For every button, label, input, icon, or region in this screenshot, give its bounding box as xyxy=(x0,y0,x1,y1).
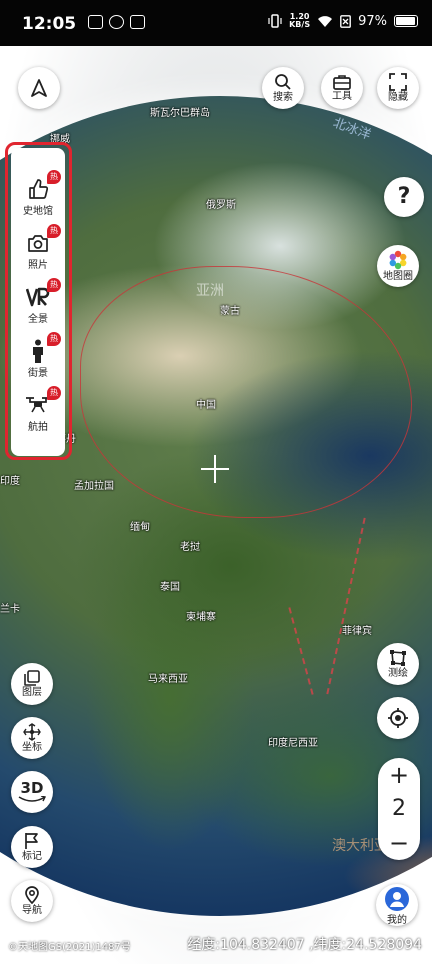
mark-label: 标记 xyxy=(22,851,42,862)
wifi-icon xyxy=(318,15,333,27)
calendar-notification-icon xyxy=(88,15,103,29)
locate-button[interactable] xyxy=(377,697,419,739)
zoom-in-button[interactable]: + xyxy=(378,762,420,788)
mark-button[interactable]: 标记 xyxy=(11,826,53,868)
mail-notification-icon xyxy=(130,15,145,29)
tools-label: 工具 xyxy=(332,91,352,102)
hide-button[interactable]: 隐藏 xyxy=(377,67,419,109)
measure-polygon-icon xyxy=(390,650,406,666)
status-right: 1.20 KB/S 97% xyxy=(268,13,418,29)
panel-item-label: 史地馆 xyxy=(23,206,53,217)
coordinates-button[interactable]: 坐标 xyxy=(11,717,53,759)
map-circle-label: 地图圈 xyxy=(383,271,413,282)
map-label-india: 印度 xyxy=(0,476,20,487)
map-label-asia: 亚洲 xyxy=(196,283,224,299)
hot-badge: 热 xyxy=(47,332,61,346)
map-label-sri-lanka: 兰卡 xyxy=(0,604,20,615)
battery-icon xyxy=(394,15,418,27)
compass-arrow-icon xyxy=(31,79,47,97)
navigate-button[interactable]: 导航 xyxy=(11,880,53,922)
crosshair-move-icon xyxy=(23,723,41,741)
hide-label: 隐藏 xyxy=(388,92,408,103)
locate-target-icon xyxy=(388,708,408,728)
map-label-thailand: 泰国 xyxy=(160,582,180,593)
compass-button[interactable] xyxy=(18,67,60,109)
coordinates-label: 坐标 xyxy=(22,742,42,753)
zoom-level: 2 xyxy=(392,796,406,821)
location-pin-icon xyxy=(25,886,39,904)
hot-badge: 热 xyxy=(47,170,61,184)
map-circle-button[interactable]: 地图圈 xyxy=(377,245,419,287)
map-label-indonesia: 印度尼西亚 xyxy=(268,738,318,749)
panel-item-panorama[interactable]: 热 全景 xyxy=(11,278,65,334)
navigate-label: 导航 xyxy=(22,905,42,916)
hot-badge: 热 xyxy=(47,278,61,292)
my-profile-label: 我的 xyxy=(387,915,407,926)
panel-item-street-view[interactable]: 热 街景 xyxy=(11,332,65,388)
hot-badge: 热 xyxy=(47,224,61,238)
search-label: 搜索 xyxy=(273,92,293,103)
map-label-laos: 老挝 xyxy=(180,542,200,553)
map-label-cambodia: 柬埔寨 xyxy=(186,612,216,623)
vibrate-icon xyxy=(268,14,282,28)
user-icon xyxy=(390,892,404,907)
network-speed: 1.20 KB/S xyxy=(289,13,310,29)
map-label-bangladesh: 孟加拉国 xyxy=(74,481,114,492)
zoom-control: + 2 − xyxy=(378,758,420,860)
three-d-label: 3D xyxy=(20,779,44,797)
colorful-circle-icon xyxy=(389,250,407,270)
feature-panel: 热 史地馆 热 照片 热 全景 热 街景 热 航拍 xyxy=(11,148,65,456)
three-d-button[interactable]: 3D xyxy=(11,771,53,813)
map-label-russia: 俄罗斯 xyxy=(206,200,236,211)
search-icon xyxy=(275,74,291,90)
measure-button[interactable]: 测绘 xyxy=(377,643,419,685)
thumbs-up-icon xyxy=(29,179,49,199)
map-label-philippines: 菲律宾 xyxy=(342,626,372,637)
camera-icon xyxy=(28,235,48,252)
status-time: 12:05 xyxy=(22,14,77,34)
layers-icon xyxy=(24,670,40,686)
panel-item-photos[interactable]: 热 照片 xyxy=(11,224,65,280)
panel-item-history-museum[interactable]: 热 史地馆 xyxy=(11,170,65,226)
search-button[interactable]: 搜索 xyxy=(262,67,304,109)
hot-badge: 热 xyxy=(47,386,61,400)
avatar xyxy=(385,887,409,911)
zoom-out-button[interactable]: − xyxy=(378,830,420,856)
toolbox-icon xyxy=(333,75,351,90)
my-profile-button[interactable]: 我的 xyxy=(376,884,418,926)
map-label-svalbard: 斯瓦尔巴群岛 xyxy=(150,108,210,119)
person-icon xyxy=(33,339,43,363)
map-label-mongolia: 蒙古 xyxy=(220,306,240,317)
panel-item-label: 航拍 xyxy=(28,422,48,433)
notification-icons xyxy=(88,15,145,29)
fullscreen-icon xyxy=(389,73,407,91)
question-mark-icon: ? xyxy=(397,184,411,209)
map-label-malaysia: 马来西亚 xyxy=(148,674,188,685)
flag-icon xyxy=(25,833,38,849)
map-copyright: ©天地图GS(2021)1487号 xyxy=(8,942,131,953)
measure-label: 测绘 xyxy=(388,668,408,679)
tools-button[interactable]: 工具 xyxy=(321,67,363,109)
layers-label: 图层 xyxy=(22,687,42,698)
map-label-norway: 挪威 xyxy=(50,134,70,145)
app-notification-icon xyxy=(109,15,124,29)
no-sim-icon xyxy=(340,14,351,28)
status-bar: 12:05 1.20 KB/S 97% xyxy=(0,0,432,46)
layers-button[interactable]: 图层 xyxy=(11,663,53,705)
coordinate-readout: 经度:104.832407 ,纬度:24.528094 xyxy=(187,937,422,953)
panel-item-aerial[interactable]: 热 航拍 xyxy=(11,386,65,442)
network-speed-unit: KB/S xyxy=(289,20,311,29)
panel-item-label: 全景 xyxy=(28,314,48,325)
panel-item-label: 照片 xyxy=(28,260,48,271)
map-center-crosshair xyxy=(201,455,229,483)
battery-percent: 97% xyxy=(358,13,387,29)
panel-item-label: 街景 xyxy=(28,368,48,379)
help-button[interactable]: ? xyxy=(384,177,424,217)
rotate-arc-icon xyxy=(18,796,47,802)
map-label-china: 中国 xyxy=(196,400,216,411)
map-label-myanmar: 缅甸 xyxy=(130,522,150,533)
